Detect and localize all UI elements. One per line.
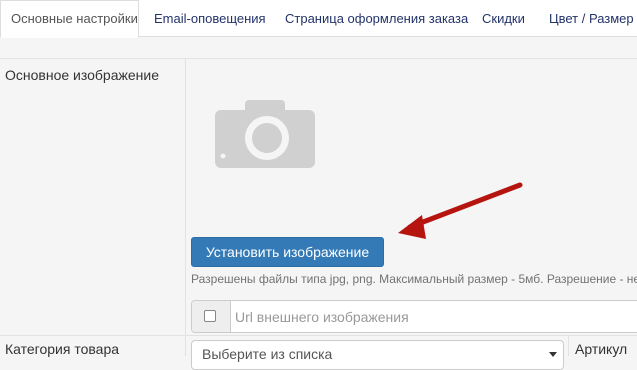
tab-email-notifications[interactable]: Email-оповещения [154,0,266,37]
external-url-checkbox[interactable] [204,310,216,322]
row-divider [0,58,637,59]
column-divider [185,58,186,356]
main-image-label: Основное изображение [5,67,159,83]
tab-main-settings[interactable]: Основные настройки [0,0,139,38]
tab-discounts[interactable]: Скидки [482,0,525,37]
pointer-arrow-annotation [398,182,523,239]
category-label: Категория товара [5,341,120,357]
tab-checkout-page[interactable]: Страница оформления заказа [285,0,468,37]
column-divider [568,335,569,356]
settings-tabs: Основные настройки Email-оповещения Стра… [0,0,637,38]
file-requirements-hint: Разрешены файлы типа jpg, png. Максималь… [191,272,637,286]
camera-icon [215,100,315,168]
chevron-down-icon [549,352,557,357]
category-select-value: Выберите из списка [202,346,333,362]
category-select[interactable]: Выберите из списка [191,340,564,370]
set-image-button[interactable]: Установить изображение [191,237,384,267]
external-image-url-input[interactable] [231,301,631,332]
article-label: Артикул [575,341,628,357]
row-divider [0,335,637,336]
external-url-group [191,300,637,333]
tab-color-size[interactable]: Цвет / Размер [549,0,634,37]
url-checkbox-addon [192,301,231,332]
